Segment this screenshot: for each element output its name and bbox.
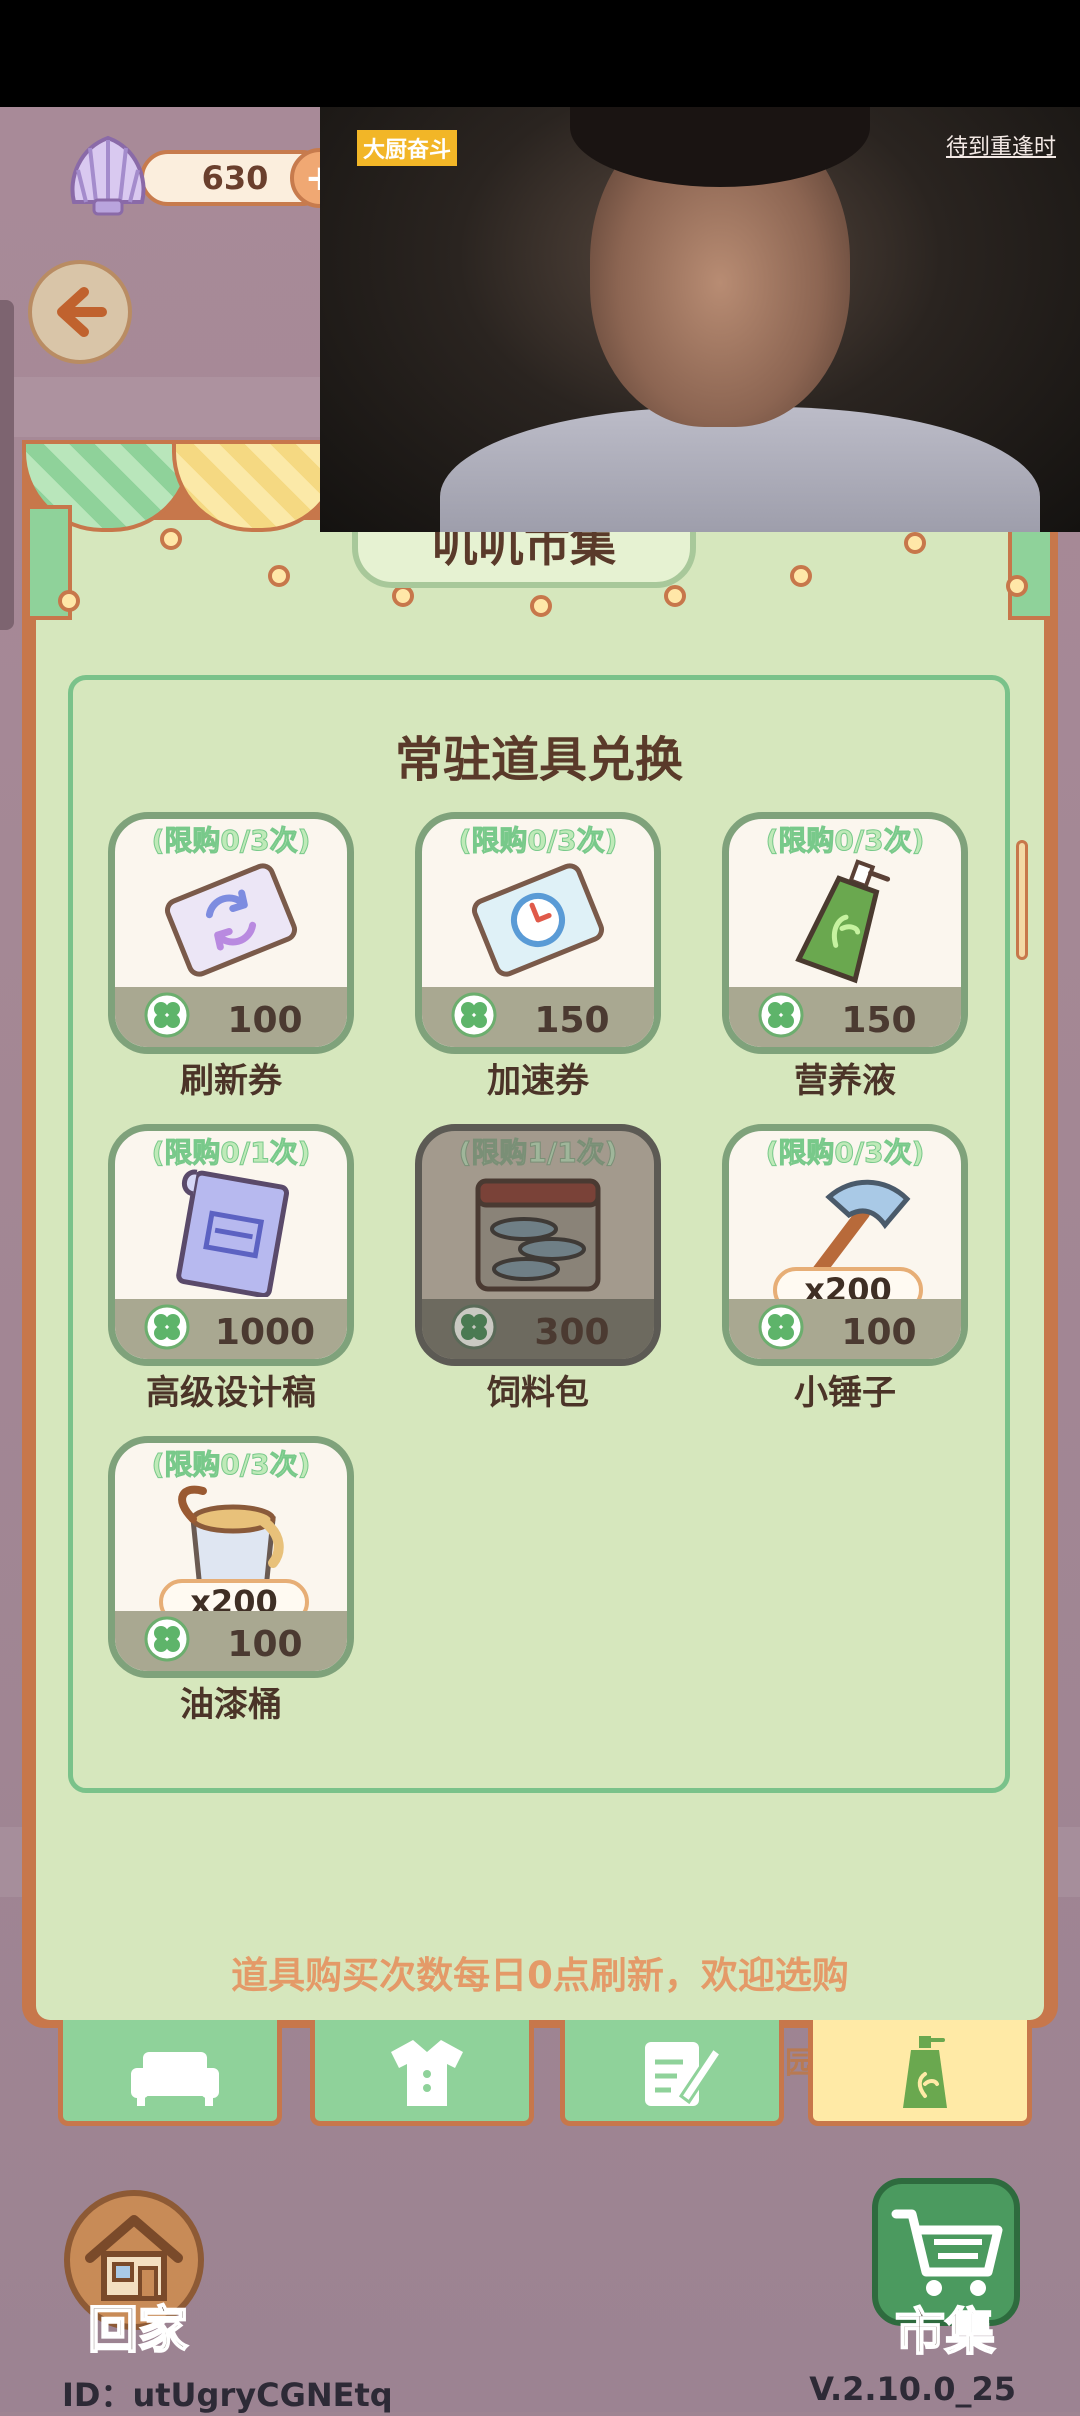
item-name: 营养液 [794,1061,896,1101]
clover-currency-icon [144,1304,190,1350]
back-button[interactable] [28,260,132,364]
video-title-link[interactable]: 待到重逢时 [946,129,1056,161]
back-arrow-icon [57,287,107,337]
item-name: 刷新券 [180,1061,282,1101]
clover-currency-icon [451,992,497,1038]
string-light [58,590,80,612]
feed-pack-icon [475,1178,601,1292]
nutrient-bottle-icon [795,859,891,984]
side-drawer-handle[interactable] [0,300,14,630]
item-name: 高级设计稿 [146,1373,316,1413]
item-price: 150 [841,1000,917,1041]
item-purchase-limit: (限购1/1次) [458,1136,618,1170]
item-name: 加速券 [487,1061,589,1101]
clover-currency-icon [758,992,804,1038]
clover-currency-icon [144,1616,190,1662]
refresh-ticket-icon [164,863,298,977]
item-price: 100 [227,1624,303,1665]
awning-segment-yellow [172,440,342,532]
item-name: 小锤子 [794,1373,896,1413]
item-purchase-limit: (限购0/3次) [765,824,925,858]
item-purchase-limit: (限购0/3次) [765,1136,925,1170]
item-price: 1000 [214,1312,316,1353]
item-card-refresh-ticket[interactable]: (限购0/3次) 100 [108,812,354,1054]
item-purchase-limit: (限购0/3次) [151,1448,311,1482]
item-card-feed-pack[interactable]: (限购1/1次) 300 [415,1124,661,1366]
item-price: 100 [227,1000,303,1041]
item-purchase-limit: (限购0/1次) [151,1136,311,1170]
clover-currency-icon [758,1304,804,1350]
item-card-nutrient[interactable]: (限购0/3次) 150 [722,812,968,1054]
user-id: ID：utUgryCGNEtq [62,2376,393,2414]
item-price: 100 [841,1312,917,1353]
speedup-ticket-icon [471,863,605,977]
tab-design[interactable] [560,2020,784,2126]
item-purchase-limit: (限购0/3次) [458,824,618,858]
tab-furniture[interactable] [58,2020,282,2126]
item-name: 饲料包 [487,1373,589,1413]
clover-currency-icon [451,1304,497,1350]
tab-clothing[interactable] [310,2020,534,2126]
item-name: 油漆桶 [180,1685,282,1725]
string-light [160,528,182,550]
string-light [1006,575,1028,597]
string-light [530,595,552,617]
bottle-icon [903,2036,947,2108]
sofa-icon [131,2052,219,2106]
refresh-note: 道具购买次数每日0点刷新，欢迎选购 [231,1954,849,1997]
video-overlay[interactable]: 大厨奋斗 待到重逢时 [320,107,1080,532]
section-title: 常驻道具兑换 [394,732,683,788]
item-card-paint-bucket[interactable]: (限购0/3次) x200 100 [108,1436,354,1678]
item-card-blueprint[interactable]: (限购0/1次) 1000 [108,1124,354,1366]
string-light [268,565,290,587]
shell-icon [70,135,146,216]
string-light [904,532,926,554]
tab-props[interactable] [808,2020,1032,2126]
string-light [392,585,414,607]
market-label[interactable]: 市集 [880,2292,1010,2364]
video-channel-badge: 大厨奋斗 [357,130,458,166]
item-purchase-limit: (限购0/3次) [151,824,311,858]
shirt-icon [391,2040,463,2106]
string-light [790,565,812,587]
home-label[interactable]: 回家 [78,2290,198,2362]
blueprint-icon [176,1169,290,1297]
item-price: 150 [534,1000,610,1041]
item-card-hammer[interactable]: (限购0/3次) x200 100 [722,1124,968,1366]
status-bar [0,0,1080,107]
pen-note-icon [645,2042,724,2106]
clover-currency-icon [144,992,190,1038]
string-light [664,585,686,607]
item-card-speedup-ticket[interactable]: (限购0/3次) 150 [415,812,661,1054]
version-label: V.2.10.0_25 [809,2370,1016,2408]
item-price: 300 [534,1312,610,1353]
panel-scroll-handle[interactable] [1016,840,1028,960]
